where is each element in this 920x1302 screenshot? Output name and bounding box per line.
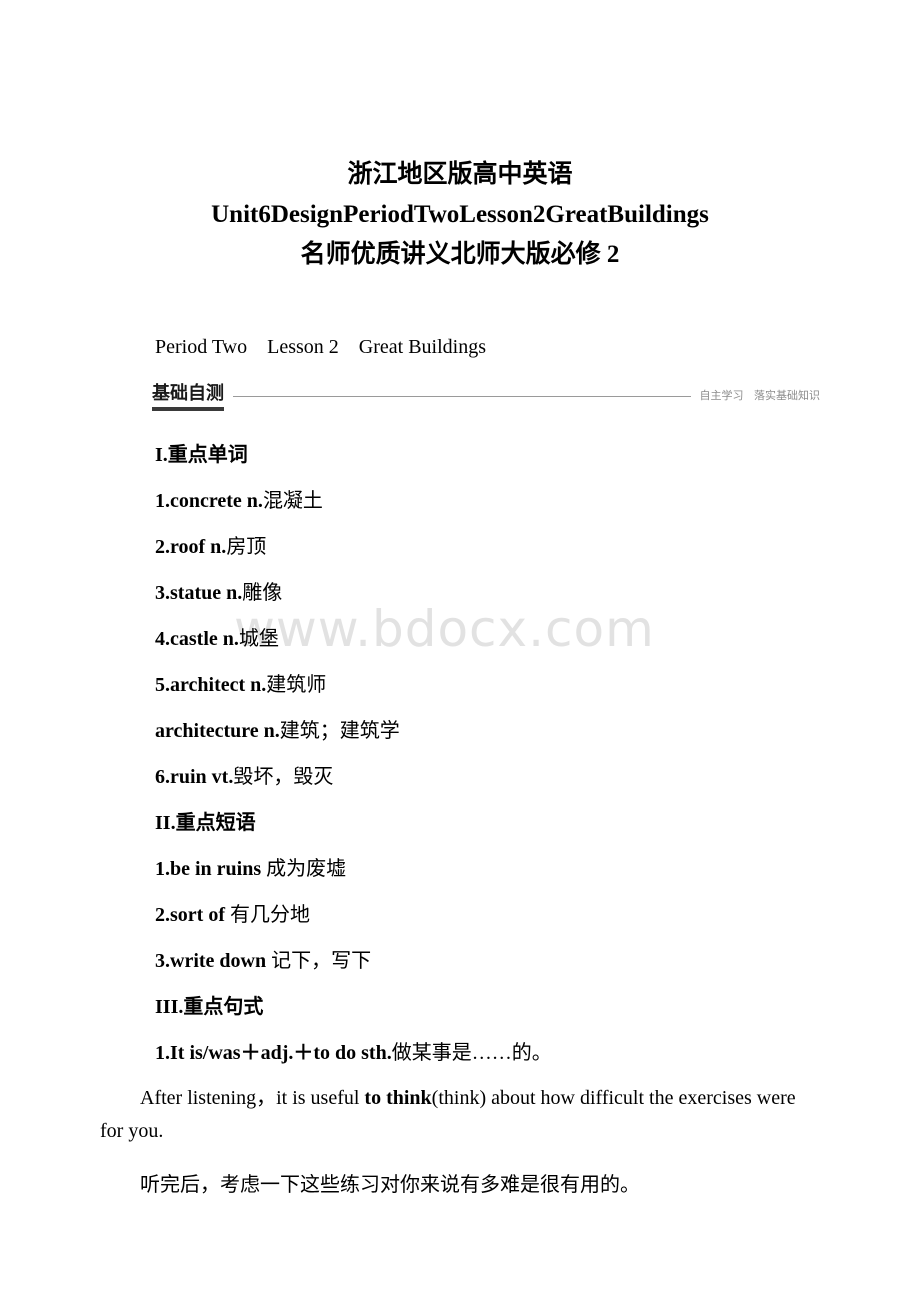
phrase-gloss: 成为废墟	[266, 858, 347, 880]
word-gloss: 房顶	[226, 536, 267, 558]
period-lesson-heading: Period Two Lesson 2 Great Buildings	[155, 336, 486, 358]
word-entry: 5.architect n.建筑师	[155, 662, 820, 708]
example-block: After listening，it is useful to think(th…	[0, 1082, 920, 1202]
section-tags: 自主学习 落实基础知识	[699, 389, 821, 402]
word-term: 3.statue n.	[155, 582, 243, 604]
phrase-gloss: 有几分地	[229, 904, 310, 926]
word-entry: architecture n.建筑；建筑学	[155, 708, 820, 754]
word-entry: 3.statue n.雕像	[155, 570, 820, 616]
phrase-term: 2.sort of	[155, 904, 230, 926]
word-term: 5.architect n.	[155, 674, 267, 696]
pattern-entry: 1.It is/was＋adj.＋to do sth.做某事是……的。	[155, 1030, 820, 1076]
phrase-entry: 3.write down 记下，写下	[155, 938, 820, 984]
word-entry: 1.concrete n.混凝土	[155, 478, 820, 524]
word-term: 1.concrete n.	[155, 490, 263, 512]
section-badge: 基础自测	[152, 383, 224, 411]
pattern-gloss: 做某事是……的。	[391, 1042, 552, 1064]
phrase-entry: 1.be in ruins 成为废墟	[155, 846, 820, 892]
document-page: www.bdocx.com 浙江地区版高中英语 Unit6DesignPerio…	[0, 0, 920, 1302]
phrase-term: 1.be in ruins	[155, 858, 267, 880]
word-entry: 6.ruin vt.毁坏，毁灭	[155, 754, 820, 800]
phrases-heading-text: II.重点短语	[155, 812, 256, 834]
word-gloss: 混凝土	[262, 490, 323, 512]
words-heading: I.重点单词	[155, 432, 820, 478]
word-gloss: 建筑师	[266, 674, 327, 696]
page-title-line-1: 浙江地区版高中英语	[347, 161, 573, 188]
phrase-term: 3.write down	[155, 950, 272, 972]
example-en-answer: to think	[364, 1087, 432, 1109]
word-entry: 2.roof n.房顶	[155, 524, 820, 570]
document-content: 浙江地区版高中英语 Unit6DesignPeriodTwoLesson2Gre…	[0, 0, 920, 1202]
page-title-line-3: 名师优质讲义北师大版必修 2	[300, 241, 620, 268]
example-en-pre: After listening，it is useful	[140, 1087, 365, 1109]
pattern-term: 1.It is/was＋adj.＋to do sth.	[155, 1042, 392, 1064]
phrase-entry: 2.sort of 有几分地	[155, 892, 820, 938]
phrase-gloss: 记下，写下	[271, 950, 372, 972]
word-entry: 4.castle n.城堡	[155, 616, 820, 662]
section-band: 基础自测 自主学习 落实基础知识	[152, 380, 820, 414]
word-term: 2.roof n.	[155, 536, 227, 558]
example-sentence-cn: 听完后，考虑一下这些练习对你来说有多难是很有用的。	[140, 1174, 640, 1196]
word-gloss: 建筑；建筑学	[279, 720, 400, 742]
word-term: architecture n.	[155, 720, 280, 742]
word-gloss: 雕像	[242, 582, 283, 604]
section-divider	[233, 395, 691, 397]
word-term: 6.ruin vt.	[155, 766, 234, 788]
patterns-heading: III.重点句式	[155, 984, 820, 1030]
patterns-heading-text: III.重点句式	[155, 996, 264, 1018]
example-sentence-en: After listening，it is useful to think(th…	[100, 1082, 820, 1148]
words-heading-text: I.重点单词	[155, 444, 248, 466]
word-gloss: 毁坏，毁灭	[233, 766, 334, 788]
word-gloss: 城堡	[238, 628, 279, 650]
word-term: 4.castle n.	[155, 628, 239, 650]
body-block: I.重点单词 1.concrete n.混凝土 2.roof n.房顶 3.st…	[0, 432, 920, 1076]
page-title: 浙江地区版高中英语 Unit6DesignPeriodTwoLesson2Gre…	[0, 0, 920, 275]
page-title-line-2: Unit6DesignPeriodTwoLesson2GreatBuilding…	[211, 201, 709, 228]
phrases-heading: II.重点短语	[155, 800, 820, 846]
